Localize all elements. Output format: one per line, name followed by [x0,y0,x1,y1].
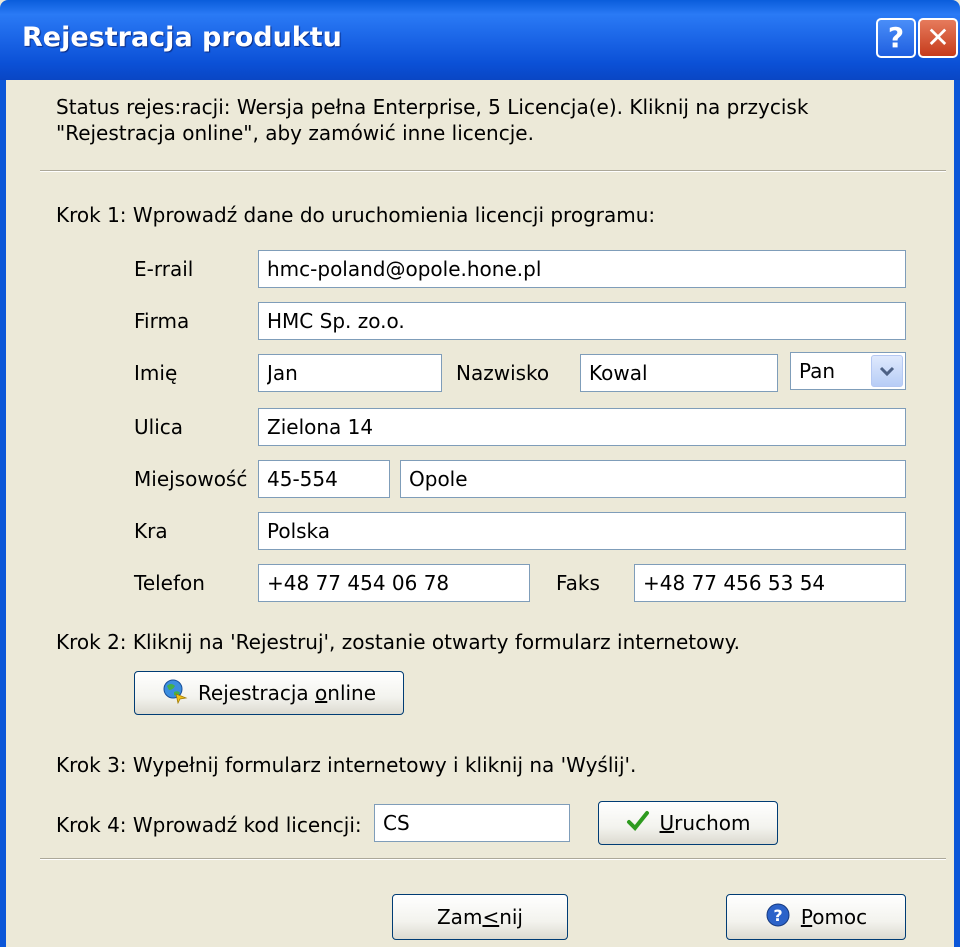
step2-text: Krok 2: Kliknij na 'Rejestruj', zostanie… [56,630,741,654]
city-field[interactable] [400,460,906,498]
separator-bottom [40,858,946,860]
country-field[interactable] [258,512,906,550]
title-help-button[interactable]: ? [876,18,916,58]
country-label: Kra [134,519,168,543]
step1-text: Krok 1: Wprowadź dane do uruchomienia li… [56,203,656,227]
street-label: Ulica [134,415,184,439]
street-field[interactable] [258,408,906,446]
firstname-label: Imię [134,361,178,385]
company-field[interactable] [258,302,906,340]
city-label: Miejsowość [134,467,248,491]
help-button[interactable]: ? Pomoc [726,894,906,940]
chevron-down-icon[interactable] [871,355,903,387]
lastname-label: Nazwisko [456,361,550,385]
title-close-button[interactable]: ✕ [918,18,958,58]
globe-icon [162,678,188,709]
online-registration-label: Rejestracja online [197,681,377,705]
svg-text:?: ? [773,906,782,925]
online-registration-button[interactable]: Rejestracja online [134,671,404,715]
phone-label: Telefon [134,571,205,595]
salutation-select[interactable]: Pan [790,352,906,390]
close-label: Zam<nij [436,905,523,929]
help-icon: ? [765,902,791,933]
step4-text: Krok 4: Wprowadź kod licencji: [56,813,362,837]
close-button[interactable]: Zam<nij [392,894,568,940]
window-border-right [954,80,960,947]
fax-label: Faks [556,571,600,595]
activate-button[interactable]: Uruchom [598,801,778,845]
company-label: Firma [134,309,190,333]
zip-field[interactable] [258,460,390,498]
window-border-left [0,80,6,947]
window-title: Rejestracja produktu [22,22,342,53]
fax-field[interactable] [634,564,906,602]
lastname-field[interactable] [580,354,778,392]
email-field[interactable] [258,250,906,288]
checkmark-icon [626,809,650,838]
registration-dialog: Rejestracja produktu ? ✕ Status rejes:ra… [0,0,960,947]
phone-field[interactable] [258,564,530,602]
help-label: Pomoc [800,905,868,929]
license-code-field[interactable] [374,804,570,842]
firstname-field[interactable] [258,354,442,392]
registration-status-text: Status rejes:racji: Wersja pełna Enterpr… [56,95,809,145]
separator-top [40,170,946,172]
activate-label: Uruchom [659,811,751,835]
step3-text: Krok 3: Wypełnij formularz internetowy i… [56,753,637,777]
email-label: E-rrail [134,257,194,281]
salutation-value: Pan [799,359,836,383]
title-bar[interactable]: Rejestracja produktu ? ✕ [0,0,960,80]
